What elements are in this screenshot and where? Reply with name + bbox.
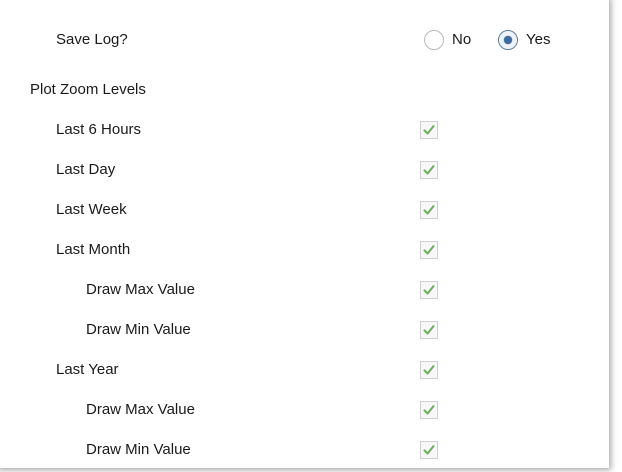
zoom-item-last-year: Last Year <box>0 356 609 384</box>
save-log-no-label: No <box>452 31 472 48</box>
zoom-item-month-draw-min: Draw Min Value <box>0 316 609 344</box>
radio-dot-icon <box>504 36 512 44</box>
save-log-row: Save Log? No Yes <box>0 26 609 54</box>
radio-circle-selected-icon <box>498 30 518 50</box>
zoom-item-label: Last 6 Hours <box>56 121 142 138</box>
last-week-checkbox[interactable] <box>420 201 438 219</box>
zoom-item-label: Last Month <box>56 241 131 258</box>
check-icon <box>423 365 435 375</box>
save-log-yes-label: Yes <box>526 31 551 48</box>
year-draw-min-checkbox[interactable] <box>420 441 438 459</box>
settings-panel: Save Log? No Yes Plot Zoom Levels Last 6… <box>0 0 609 468</box>
zoom-item-year-draw-min: Draw Min Value <box>0 436 609 464</box>
check-icon <box>423 245 435 255</box>
zoom-item-label: Last Week <box>56 201 127 218</box>
last-day-checkbox[interactable] <box>420 161 438 179</box>
check-icon <box>423 125 435 135</box>
zoom-item-label: Draw Min Value <box>86 321 191 338</box>
zoom-item-last-6-hours: Last 6 Hours <box>0 116 609 144</box>
plot-zoom-heading-row: Plot Zoom Levels <box>0 76 609 104</box>
last-6-hours-checkbox[interactable] <box>420 121 438 139</box>
zoom-item-label: Last Year <box>56 361 119 378</box>
plot-zoom-heading: Plot Zoom Levels <box>30 81 146 98</box>
month-draw-min-checkbox[interactable] <box>420 321 438 339</box>
zoom-item-label: Last Day <box>56 161 116 178</box>
zoom-item-last-day: Last Day <box>0 156 609 184</box>
radio-circle-icon <box>424 30 444 50</box>
check-icon <box>423 205 435 215</box>
zoom-item-month-draw-max: Draw Max Value <box>0 276 609 304</box>
month-draw-max-checkbox[interactable] <box>420 281 438 299</box>
zoom-item-label: Draw Max Value <box>86 281 195 298</box>
check-icon <box>423 325 435 335</box>
zoom-item-last-month: Last Month <box>0 236 609 264</box>
check-icon <box>423 405 435 415</box>
zoom-item-label: Draw Max Value <box>86 401 195 418</box>
save-log-label: Save Log? <box>56 31 128 48</box>
zoom-item-last-week: Last Week <box>0 196 609 224</box>
zoom-item-label: Draw Min Value <box>86 441 191 458</box>
last-month-checkbox[interactable] <box>420 241 438 259</box>
check-icon <box>423 285 435 295</box>
check-icon <box>423 165 435 175</box>
year-draw-max-checkbox[interactable] <box>420 401 438 419</box>
zoom-item-year-draw-max: Draw Max Value <box>0 396 609 424</box>
check-icon <box>423 445 435 455</box>
last-year-checkbox[interactable] <box>420 361 438 379</box>
